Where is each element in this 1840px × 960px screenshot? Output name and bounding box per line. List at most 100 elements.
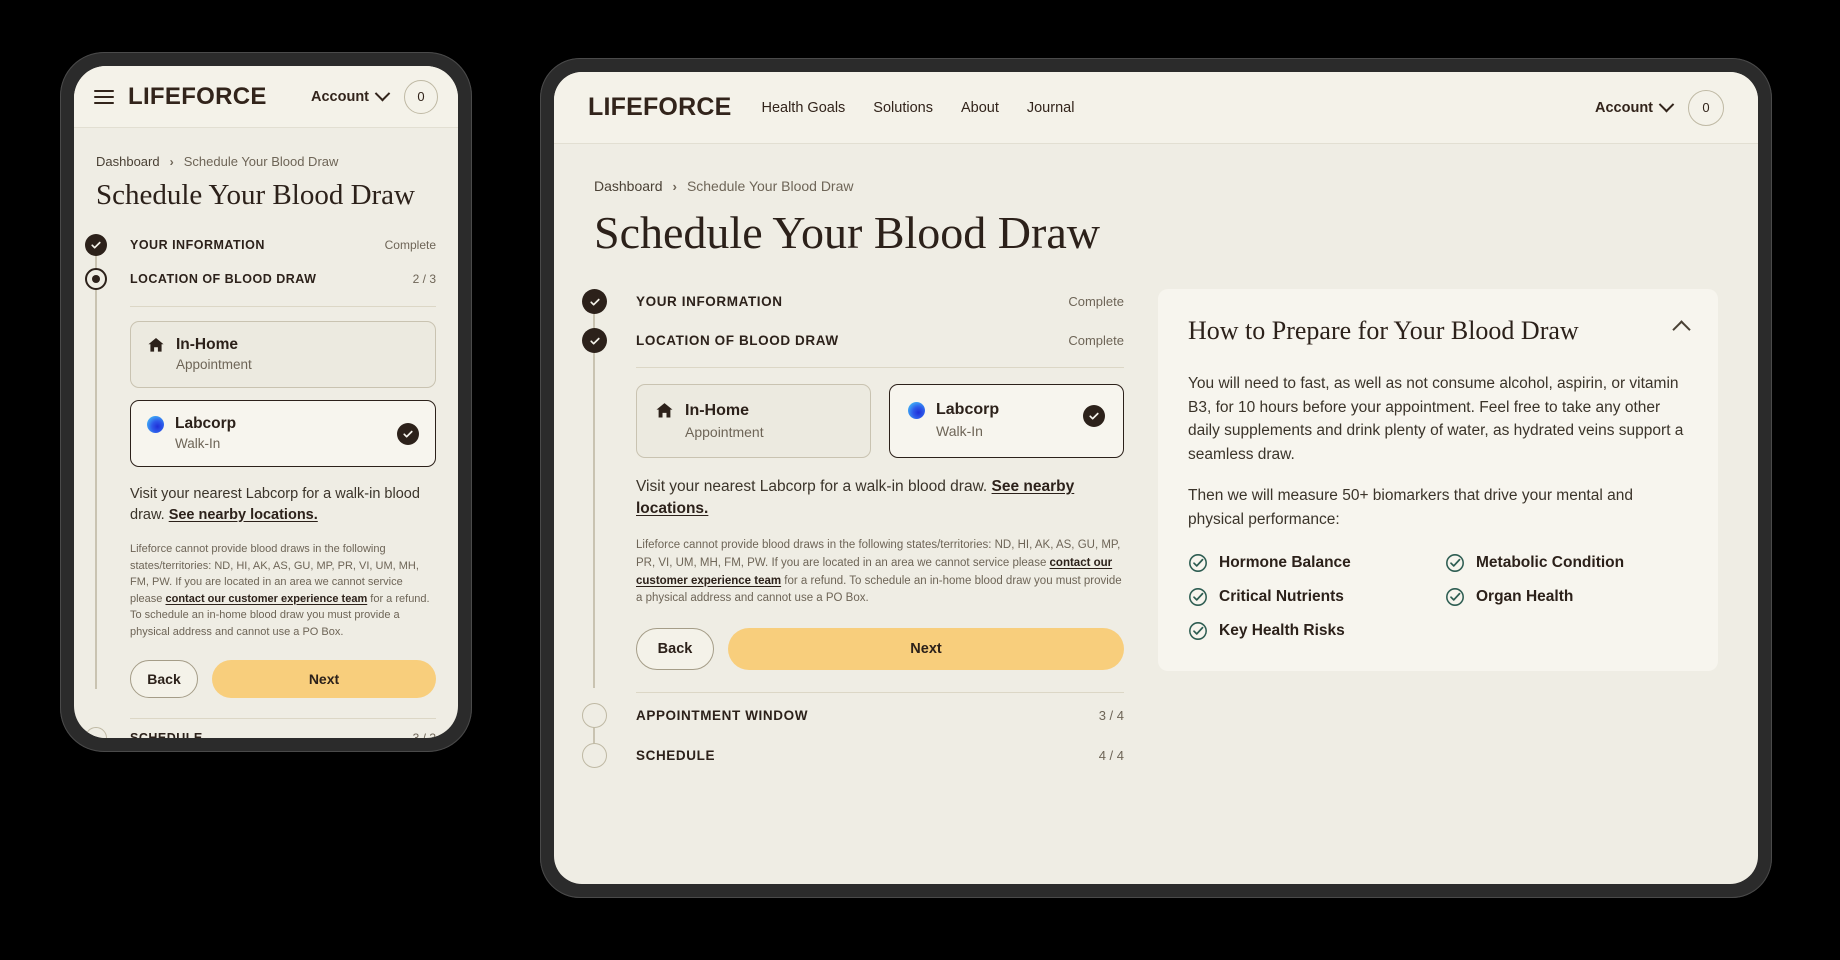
breadcrumb-dashboard[interactable]: Dashboard [96, 154, 160, 169]
step-your-information[interactable]: YOUR INFORMATION Complete [85, 234, 436, 279]
account-label: Account [1595, 99, 1653, 116]
tablet-header-right: Account 0 [1595, 89, 1724, 126]
tablet-screen: LIFEFORCE Health Goals Solutions About J… [554, 72, 1758, 884]
home-icon [655, 401, 674, 420]
back-button[interactable]: Back [130, 660, 198, 699]
customer-experience-link[interactable]: contact our customer experience team [165, 593, 367, 605]
biomarker-label: Hormone Balance [1219, 554, 1351, 572]
page-title: Schedule Your Blood Draw [594, 207, 1100, 258]
phone-body: Dashboard › Schedule Your Blood Draw Sch… [74, 128, 458, 738]
breadcrumb-dashboard[interactable]: Dashboard [594, 178, 663, 194]
prepare-paragraph-2: Then we will measure 50+ biomarkers that… [1188, 487, 1633, 528]
nav-item-journal[interactable]: Journal [1027, 100, 1075, 116]
brand-logo[interactable]: LIFEFORCE [588, 93, 731, 122]
option-labcorp[interactable]: Labcorp Walk-In [889, 384, 1124, 458]
location-options: In-Home Appointment Labcorp Walk-In [636, 384, 1124, 458]
biomarker-label: Key Health Risks [1219, 622, 1345, 640]
stepper-connector [95, 279, 97, 689]
stepper-connector [593, 340, 595, 688]
step-label: LOCATION OF BLOOD DRAW [636, 333, 839, 348]
check-icon [589, 298, 600, 306]
option-labcorp[interactable]: Labcorp Walk-In [130, 400, 436, 467]
option-title: In-Home [685, 401, 749, 419]
cart-button[interactable]: 0 [404, 79, 438, 114]
tablet-button-row: Back Next [636, 628, 1124, 671]
account-label: Account [311, 88, 369, 105]
breadcrumb: Dashboard › Schedule Your Blood Draw [96, 154, 436, 169]
step-bullet-done-icon [582, 328, 607, 353]
account-menu[interactable]: Account [311, 85, 391, 105]
step-location-of-blood-draw: LOCATION OF BLOOD DRAW 2 / 3 In-Home App… [85, 268, 436, 733]
nav-item-health-goals[interactable]: Health Goals [761, 100, 845, 116]
tablet-device-frame: LIFEFORCE Health Goals Solutions About J… [540, 58, 1772, 898]
step-schedule[interactable]: SCHEDULE 3 / 3 [85, 727, 436, 738]
biomarker-item: Metabolic Condition [1445, 553, 1688, 573]
account-menu[interactable]: Account [1595, 96, 1675, 116]
cart-count: 0 [417, 89, 425, 104]
chevron-down-icon [374, 85, 391, 102]
tablet-body: Dashboard › Schedule Your Blood Draw Sch… [554, 144, 1758, 769]
breadcrumb-separator-icon: › [672, 178, 677, 194]
option-subtitle: Appointment [685, 424, 764, 440]
phone-stepper: YOUR INFORMATION Complete LOCATION OF BL… [85, 234, 436, 738]
step-label: APPOINTMENT WINDOW [636, 708, 809, 724]
brand-logo[interactable]: LIFEFORCE [128, 83, 267, 111]
step-bullet-todo-icon [582, 743, 607, 769]
phone-header-right: Account 0 [311, 79, 438, 114]
divider [130, 306, 436, 307]
back-button[interactable]: Back [636, 628, 714, 671]
breadcrumb-current: Schedule Your Blood Draw [686, 178, 854, 194]
step-label: SCHEDULE [636, 748, 716, 764]
option-subtitle: Walk-In [175, 436, 221, 451]
check-circle-icon [1446, 588, 1464, 607]
step-content: YOUR INFORMATION Complete [636, 289, 1124, 314]
main-nav: Health Goals Solutions About Journal [761, 100, 1074, 116]
step-content: SCHEDULE 3 / 3 [130, 727, 436, 738]
step-content: LOCATION OF BLOOD DRAW 2 / 3 In-Home App… [130, 268, 436, 733]
biomarker-label: Critical Nutrients [1219, 588, 1344, 606]
option-title: Labcorp [936, 401, 1000, 418]
check-circle-icon [1189, 554, 1207, 573]
chevron-up-icon[interactable] [1672, 320, 1691, 339]
selected-check-icon [1083, 405, 1105, 427]
blue-dot-icon [147, 415, 164, 433]
biomarker-item: Critical Nutrients [1188, 587, 1431, 607]
step-appointment-window[interactable]: APPOINTMENT WINDOW 3 / 4 [582, 703, 1124, 756]
phone-button-row: Back Next [130, 660, 436, 699]
hamburger-icon[interactable] [94, 89, 114, 104]
prepare-panel: How to Prepare for Your Blood Draw You w… [1158, 289, 1718, 672]
step-status: 4 / 4 [1098, 748, 1124, 764]
disclaimer: Lifeforce cannot provide blood draws in … [130, 541, 436, 640]
step-schedule[interactable]: SCHEDULE 4 / 4 [582, 743, 1124, 769]
cart-button[interactable]: 0 [1688, 89, 1724, 126]
next-button[interactable]: Next [212, 660, 436, 699]
phone-header: LIFEFORCE Account 0 [74, 66, 458, 128]
tablet-main-columns: YOUR INFORMATION Complete LOCATION OF BL… [582, 289, 1718, 769]
step-label: SCHEDULE [130, 731, 203, 738]
selected-check-icon [397, 422, 419, 445]
step-location-of-blood-draw: LOCATION OF BLOOD DRAW Complete In-Home … [582, 328, 1124, 707]
step-content: APPOINTMENT WINDOW 3 / 4 [636, 703, 1124, 728]
tablet-stepper: YOUR INFORMATION Complete LOCATION OF BL… [582, 289, 1124, 769]
blue-dot-icon [908, 401, 925, 419]
phone-screen: LIFEFORCE Account 0 Dashboard › Schedule… [74, 66, 458, 738]
labcorp-note: Visit your nearest Labcorp for a walk-in… [636, 476, 1124, 521]
option-title: Labcorp [175, 415, 237, 432]
check-circle-icon [1446, 554, 1464, 573]
home-icon [147, 336, 165, 354]
step-your-information[interactable]: YOUR INFORMATION Complete [582, 289, 1124, 339]
step-bullet-done-icon [582, 289, 607, 314]
step-bullet-current-icon [85, 268, 107, 290]
nav-item-about[interactable]: About [961, 100, 999, 116]
see-nearby-locations-link[interactable]: See nearby locations. [169, 507, 318, 523]
disclaimer-part1: Lifeforce cannot provide blood draws in … [636, 538, 1121, 569]
biomarker-item: Organ Health [1445, 587, 1688, 607]
next-button[interactable]: Next [728, 628, 1124, 671]
nav-item-solutions[interactable]: Solutions [873, 100, 933, 116]
option-in-home[interactable]: In-Home Appointment [130, 321, 436, 388]
prepare-panel-header[interactable]: How to Prepare for Your Blood Draw [1188, 315, 1691, 346]
option-in-home[interactable]: In-Home Appointment [636, 384, 871, 458]
option-subtitle: Appointment [176, 357, 252, 372]
biomarker-label: Metabolic Condition [1476, 554, 1625, 572]
location-options: In-Home Appointment Labcorp Walk-In [130, 321, 436, 467]
